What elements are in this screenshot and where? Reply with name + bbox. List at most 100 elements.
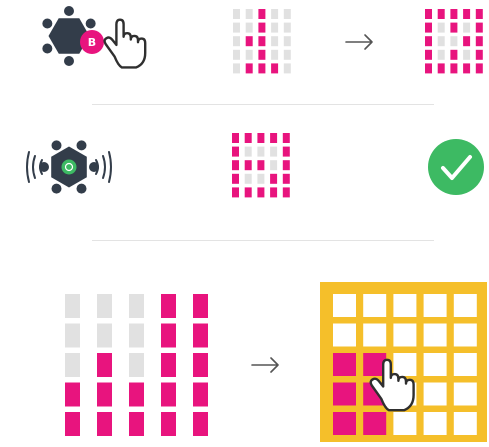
led-on xyxy=(475,63,483,74)
led-on xyxy=(437,9,445,19)
led-off xyxy=(233,9,240,19)
led-on xyxy=(282,133,290,143)
led-off xyxy=(283,63,291,74)
touch-cell-off xyxy=(453,294,477,317)
hub-bump xyxy=(51,183,62,194)
vibration-line xyxy=(102,155,106,179)
led-on xyxy=(463,63,471,74)
led-on xyxy=(232,160,239,171)
led-on xyxy=(258,36,266,47)
led-off xyxy=(283,22,291,33)
led-off xyxy=(245,49,253,60)
touch-grid[interactable] xyxy=(320,282,487,442)
led-off xyxy=(283,49,291,60)
instruction-diagram: B xyxy=(26,6,487,442)
touch-cell-off xyxy=(423,353,447,376)
level-cell-on xyxy=(97,353,112,377)
level-cell-on xyxy=(161,382,176,407)
touch-cell-off xyxy=(423,294,447,317)
level-cell-on xyxy=(193,412,208,436)
led-on xyxy=(450,9,458,19)
level-cell-on xyxy=(161,353,176,377)
led-on xyxy=(232,133,239,143)
led-off xyxy=(283,36,291,47)
level-cell-off xyxy=(129,294,144,318)
hand-outline xyxy=(103,18,147,69)
led-on xyxy=(232,187,239,198)
arrow-shape xyxy=(345,34,373,50)
level-cell-off xyxy=(65,323,80,348)
led-on xyxy=(425,9,432,19)
led-on xyxy=(245,63,253,74)
arrow-shape xyxy=(251,357,279,373)
pattern-grid-after xyxy=(425,9,483,74)
level-cell-on xyxy=(129,412,144,436)
level-cell-on xyxy=(193,323,208,348)
level-cell-on xyxy=(65,412,80,436)
touch-cell-off xyxy=(423,382,447,406)
led-off xyxy=(437,22,445,33)
led-off xyxy=(463,49,471,60)
level-cell-off xyxy=(129,323,144,348)
device-b-button[interactable]: B xyxy=(80,30,104,54)
led-on xyxy=(463,9,471,19)
led-off xyxy=(463,22,471,33)
touch-cell-on xyxy=(363,412,387,435)
led-off xyxy=(437,36,445,47)
level-cell-on xyxy=(97,412,112,436)
hub-bump xyxy=(51,140,62,151)
touch-cell-off xyxy=(393,323,417,347)
led-off xyxy=(450,36,458,47)
hub-bump xyxy=(42,18,53,29)
led-off xyxy=(271,36,279,47)
touch-cell-off xyxy=(333,323,356,347)
touch-cell-off xyxy=(423,412,447,435)
led-on xyxy=(282,187,290,198)
led-on xyxy=(270,133,278,143)
level-cell-on xyxy=(193,382,208,407)
hand-pointer-icon xyxy=(103,18,147,69)
led-off xyxy=(270,146,278,157)
led-off xyxy=(271,9,279,19)
led-on xyxy=(232,173,239,184)
led-off xyxy=(233,36,240,47)
arrow-right-icon xyxy=(251,357,279,373)
hub-bump xyxy=(64,56,74,66)
led-on xyxy=(258,49,266,60)
level-cell-on xyxy=(65,382,80,407)
led-off xyxy=(257,146,265,157)
led-on xyxy=(232,146,239,157)
hub-bump xyxy=(76,183,87,194)
led-on xyxy=(475,9,483,19)
led-on xyxy=(282,146,290,157)
led-on xyxy=(475,36,483,47)
led-off xyxy=(233,63,240,74)
led-off xyxy=(233,49,240,60)
touch-cell-off xyxy=(363,294,387,317)
touch-cell-on xyxy=(333,353,356,376)
touch-cell-off xyxy=(423,323,447,347)
pattern-grid-check xyxy=(232,133,290,198)
level-cell-off xyxy=(65,294,80,318)
level-cell-on xyxy=(193,294,208,318)
touch-cell-off xyxy=(393,353,417,376)
touch-cell-off xyxy=(453,323,477,347)
vibration-line xyxy=(32,155,36,179)
led-on xyxy=(425,36,432,47)
led-on xyxy=(270,173,278,184)
touch-cell-off xyxy=(333,294,356,317)
led-on xyxy=(425,49,432,60)
led-on xyxy=(450,63,458,74)
touch-cell-off xyxy=(363,323,387,347)
led-off xyxy=(270,160,278,171)
led-off xyxy=(233,22,240,33)
level-cell-on xyxy=(193,353,208,377)
led-off xyxy=(244,173,252,184)
arrow-right-icon xyxy=(345,34,373,50)
led-on xyxy=(257,133,265,143)
led-off xyxy=(245,22,253,33)
led-off xyxy=(244,146,252,157)
led-off xyxy=(257,173,265,184)
led-off xyxy=(271,49,279,60)
led-on xyxy=(475,49,483,60)
